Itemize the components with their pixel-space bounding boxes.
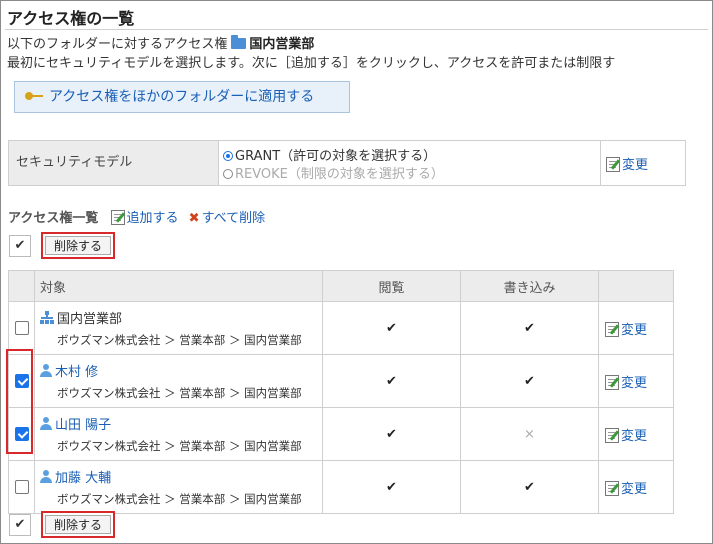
add-link[interactable]: 追加する <box>110 210 179 226</box>
apply-button-label: アクセス権をほかのフォルダーに適用する <box>49 89 315 105</box>
target-path: ボウズマン株式会社 ＞ 営業本部 ＞ 国内営業部 <box>57 333 302 347</box>
description-prefix: 以下のフォルダーに対するアクセス権 <box>7 37 228 52</box>
edit-icon <box>605 374 619 390</box>
user-icon <box>40 417 52 431</box>
access-rights-table: 対象 閲覧 書き込み 国内営業部ボウズマン株式会社 ＞ 営業本部 ＞ 国内営業部… <box>8 270 674 514</box>
change-link[interactable]: 変更 <box>598 460 674 514</box>
revoke-option: REVOKE（制限の対象を選択する） <box>223 163 444 182</box>
divider <box>218 141 219 185</box>
header-view: 閲覧 <box>322 270 461 302</box>
table-row: 加藤 大輔ボウズマン株式会社 ＞ 営業本部 ＞ 国内営業部 ✔ ✔ 変更 <box>8 460 674 514</box>
table-row: 山田 陽子ボウズマン株式会社 ＞ 営業本部 ＞ 国内営業部 ✔ × 変更 <box>8 407 674 461</box>
table-row: 国内営業部ボウズマン株式会社 ＞ 営業本部 ＞ 国内営業部 ✔ ✔ 変更 <box>8 301 674 355</box>
view-permission: ✔ <box>322 301 461 355</box>
apply-to-other-folders-button[interactable]: アクセス権をほかのフォルダーに適用する <box>14 81 350 113</box>
row-checkbox[interactable] <box>14 427 29 441</box>
delete-all-link[interactable]: ✖ すべて削除 <box>183 211 265 226</box>
view-permission: ✔ <box>322 407 461 461</box>
target-path: ボウズマン株式会社 ＞ 営業本部 ＞ 国内営業部 <box>57 439 302 453</box>
target-name[interactable]: 木村 修 <box>40 361 321 380</box>
edit-icon <box>606 157 620 172</box>
description-line-1: 以下のフォルダーに対するアクセス権 国内営業部 <box>7 33 314 52</box>
user-icon <box>40 364 52 378</box>
edit-icon <box>605 321 619 337</box>
header-actions <box>598 270 674 302</box>
header-checkbox-cell <box>8 270 35 302</box>
row-checkbox[interactable] <box>14 374 29 388</box>
key-icon <box>25 92 43 100</box>
folder-icon <box>231 35 247 49</box>
change-link[interactable]: 変更 <box>598 407 674 461</box>
delete-button-label: 削除する <box>45 236 111 255</box>
delete-all-icon: ✖ <box>188 211 200 226</box>
header-target: 対象 <box>34 270 323 302</box>
view-permission: ✔ <box>322 460 461 514</box>
description-line-2: 最初にセキュリティモデルを選択します。次に［追加する］をクリックし、アクセスを許… <box>7 56 616 71</box>
write-permission: ✔ <box>460 460 599 514</box>
grant-label: GRANT（許可の対象を選択する） <box>235 149 437 164</box>
add-label: 追加する <box>126 211 179 226</box>
access-list-heading: アクセス権一覧 <box>8 211 99 226</box>
delete-button-label: 削除する <box>45 515 111 534</box>
row-checkbox[interactable] <box>14 321 29 335</box>
delete-all-label: すべて削除 <box>201 211 266 226</box>
view-permission: ✔ <box>322 354 461 408</box>
revoke-label: REVOKE（制限の対象を選択する） <box>235 167 444 182</box>
title-divider <box>5 29 708 30</box>
delete-button-top[interactable]: 削除する <box>41 232 115 259</box>
target-name[interactable]: 加藤 大輔 <box>40 467 321 486</box>
edit-icon <box>605 480 619 496</box>
write-permission: ✔ <box>460 354 599 408</box>
security-model-row: セキュリティモデル GRANT（許可の対象を選択する） REVOKE（制限の対象… <box>8 140 686 186</box>
edit-icon <box>605 427 619 443</box>
divider <box>600 141 601 185</box>
write-permission: ✔ <box>460 301 599 355</box>
header-write: 書き込み <box>460 270 599 302</box>
write-permission: × <box>460 407 599 461</box>
organization-icon <box>40 311 54 325</box>
table-row: 木村 修ボウズマン株式会社 ＞ 営業本部 ＞ 国内営業部 ✔ ✔ 変更 <box>8 354 674 408</box>
check-all-button-top[interactable]: ✔ <box>9 235 31 257</box>
folder-name: 国内営業部 <box>249 37 315 52</box>
row-checkbox[interactable] <box>14 480 29 494</box>
access-list-header: アクセス権一覧 追加する ✖ すべて削除 <box>8 207 265 226</box>
user-icon <box>40 470 52 484</box>
target-name: 国内営業部 <box>40 308 321 327</box>
grant-option[interactable]: GRANT（許可の対象を選択する） <box>223 145 436 164</box>
security-model-change-link[interactable]: 変更 <box>606 154 648 173</box>
grant-radio[interactable] <box>223 151 233 161</box>
target-path: ボウズマン株式会社 ＞ 営業本部 ＞ 国内営業部 <box>57 492 302 506</box>
table-header-row: 対象 閲覧 書き込み <box>8 270 674 302</box>
page-title: アクセス権の一覧 <box>7 9 135 28</box>
delete-button-bottom[interactable]: 削除する <box>41 511 115 538</box>
access-rights-panel: アクセス権の一覧 以下のフォルダーに対するアクセス権 国内営業部 最初にセキュリテ… <box>0 0 713 544</box>
check-all-button-bottom[interactable]: ✔ <box>9 514 31 536</box>
security-model-label: セキュリティモデル <box>9 141 218 185</box>
change-link[interactable]: 変更 <box>598 354 674 408</box>
target-path: ボウズマン株式会社 ＞ 営業本部 ＞ 国内営業部 <box>57 386 302 400</box>
change-label: 変更 <box>622 158 649 173</box>
revoke-radio <box>223 169 233 179</box>
change-link[interactable]: 変更 <box>598 301 674 355</box>
target-name[interactable]: 山田 陽子 <box>40 414 321 433</box>
add-icon <box>110 210 125 225</box>
